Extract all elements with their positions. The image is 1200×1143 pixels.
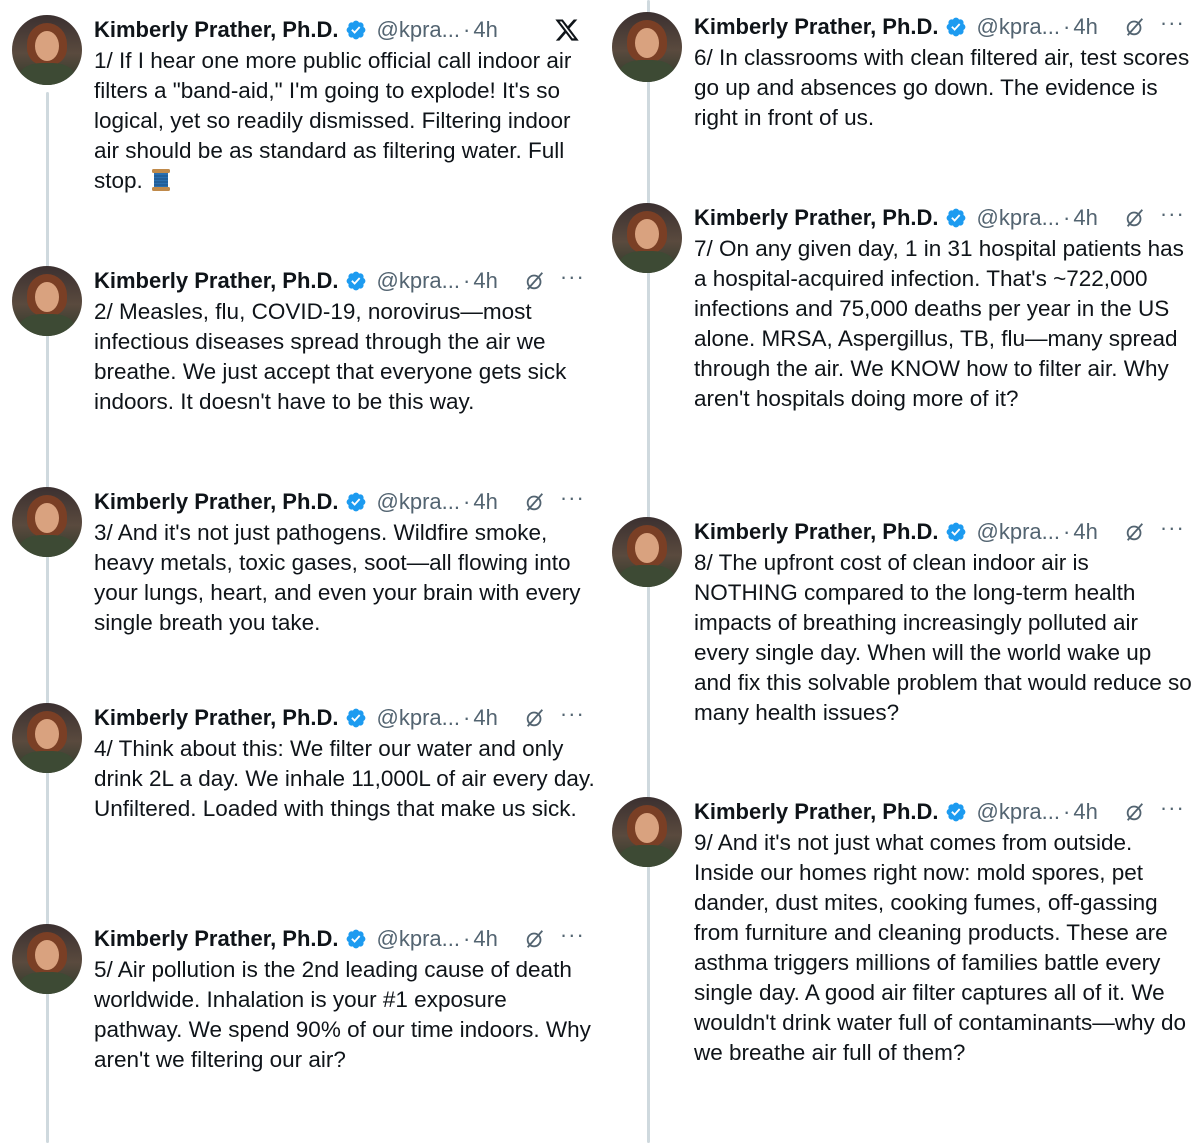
author-name[interactable]: Kimberly Prather, Ph.D.	[94, 17, 339, 43]
timestamp[interactable]: 4h	[1073, 14, 1097, 40]
avatar[interactable]	[612, 797, 682, 867]
separator-dot: ·	[463, 268, 471, 293]
avatar[interactable]	[612, 517, 682, 587]
author-name[interactable]: Kimberly Prather, Ph.D.	[94, 268, 339, 294]
timestamp[interactable]: 4h	[473, 705, 497, 731]
avatar[interactable]	[12, 487, 82, 557]
more-options-icon[interactable]: ···	[1160, 201, 1185, 227]
grok-icon[interactable]	[1124, 207, 1146, 229]
author-name[interactable]: Kimberly Prather, Ph.D.	[94, 705, 339, 731]
tweet-header: Kimberly Prather, Ph.D. @kpra... · 4h ··…	[694, 515, 1194, 547]
grok-icon[interactable]	[524, 707, 546, 729]
timestamp[interactable]: 4h	[473, 17, 497, 43]
grok-icon[interactable]	[524, 491, 546, 513]
timestamp[interactable]: 4h	[473, 926, 497, 952]
more-options-icon[interactable]: ···	[560, 701, 585, 727]
more-options-icon[interactable]: ···	[560, 264, 585, 290]
separator-dot: ·	[463, 705, 471, 730]
tweet-text: 4/ Think about this: We filter our water…	[94, 736, 595, 821]
tweet-text: 8/ The upfront cost of clean indoor air …	[694, 550, 1192, 725]
timestamp[interactable]: 4h	[473, 489, 497, 515]
avatar[interactable]	[612, 203, 682, 273]
tweet-text: 7/ On any given day, 1 in 31 hospital pa…	[694, 236, 1184, 411]
tweet-text: 5/ Air pollution is the 2nd leading caus…	[94, 957, 591, 1072]
separator-dot: ·	[463, 926, 471, 951]
author-handle[interactable]: @kpra...	[977, 205, 1060, 231]
author-handle[interactable]: @kpra...	[977, 799, 1060, 825]
more-options-icon[interactable]: ···	[1160, 515, 1185, 541]
tweet-header: Kimberly Prather, Ph.D. @kpra... · 4h ··…	[94, 922, 599, 954]
author-handle[interactable]: @kpra...	[377, 17, 460, 43]
tweet-header: Kimberly Prather, Ph.D. @kpra... · 4h ··…	[694, 795, 1194, 827]
more-options-icon[interactable]: ···	[560, 485, 585, 511]
more-options-icon[interactable]: ···	[1160, 795, 1185, 821]
tweet-text: 6/ In classrooms with clean filtered air…	[694, 45, 1190, 130]
x-logo-icon	[555, 19, 579, 41]
avatar[interactable]	[12, 266, 82, 336]
tweet-text: 2/ Measles, flu, COVID-19, norovirus—mos…	[94, 299, 567, 414]
author-handle[interactable]: @kpra...	[977, 14, 1060, 40]
more-options-icon[interactable]: ···	[560, 922, 585, 948]
grok-icon[interactable]	[1124, 801, 1146, 823]
verified-badge-icon	[946, 17, 965, 37]
verified-badge-icon	[346, 271, 365, 291]
timestamp[interactable]: 4h	[1073, 799, 1097, 825]
author-handle[interactable]: @kpra...	[377, 705, 460, 731]
grok-icon[interactable]	[524, 270, 546, 292]
avatar[interactable]	[12, 15, 82, 85]
tweet-header: Kimberly Prather, Ph.D. @kpra... · 4h ··…	[694, 201, 1194, 233]
tweet-header: Kimberly Prather, Ph.D. @kpra... · 4h ··…	[94, 264, 599, 296]
more-options-icon[interactable]: ···	[1160, 10, 1185, 36]
separator-dot: ·	[463, 489, 471, 514]
grok-icon[interactable]	[1124, 521, 1146, 543]
grok-icon[interactable]	[524, 928, 546, 950]
avatar[interactable]	[612, 12, 682, 82]
tweet-header: Kimberly Prather, Ph.D. @kpra... · 4h ··…	[694, 10, 1194, 42]
tweet-text: 1/ If I hear one more public official ca…	[94, 48, 572, 193]
author-name[interactable]: Kimberly Prather, Ph.D.	[694, 205, 939, 231]
verified-badge-icon	[346, 20, 365, 40]
author-handle[interactable]: @kpra...	[377, 489, 460, 515]
spool-of-thread-emoji	[152, 169, 171, 191]
author-name[interactable]: Kimberly Prather, Ph.D.	[694, 14, 939, 40]
separator-dot: ·	[1063, 519, 1071, 544]
author-handle[interactable]: @kpra...	[977, 519, 1060, 545]
avatar[interactable]	[12, 703, 82, 773]
separator-dot: ·	[1063, 799, 1071, 824]
tweet-text: 9/ And it's not just what comes from out…	[694, 830, 1187, 1065]
verified-badge-icon	[946, 208, 965, 228]
tweet-header: Kimberly Prather, Ph.D. @kpra... · 4h ··…	[94, 485, 599, 517]
tweet-header: Kimberly Prather, Ph.D. @kpra... · 4h	[94, 15, 584, 45]
author-handle[interactable]: @kpra...	[377, 268, 460, 294]
verified-badge-icon	[346, 492, 365, 512]
author-handle[interactable]: @kpra...	[377, 926, 460, 952]
verified-badge-icon	[946, 522, 965, 542]
author-name[interactable]: Kimberly Prather, Ph.D.	[694, 799, 939, 825]
author-name[interactable]: Kimberly Prather, Ph.D.	[94, 926, 339, 952]
separator-dot: ·	[1063, 14, 1071, 39]
timestamp[interactable]: 4h	[1073, 519, 1097, 545]
author-name[interactable]: Kimberly Prather, Ph.D.	[694, 519, 939, 545]
separator-dot: ·	[463, 17, 471, 42]
grok-icon[interactable]	[1124, 16, 1146, 38]
timestamp[interactable]: 4h	[1073, 205, 1097, 231]
separator-dot: ·	[1063, 205, 1071, 230]
verified-badge-icon	[346, 708, 365, 728]
tweet-text: 3/ And it's not just pathogens. Wildfire…	[94, 520, 581, 635]
tweet-header: Kimberly Prather, Ph.D. @kpra... · 4h ··…	[94, 701, 599, 733]
author-name[interactable]: Kimberly Prather, Ph.D.	[94, 489, 339, 515]
verified-badge-icon	[946, 802, 965, 822]
avatar[interactable]	[12, 924, 82, 994]
verified-badge-icon	[346, 929, 365, 949]
timestamp[interactable]: 4h	[473, 268, 497, 294]
